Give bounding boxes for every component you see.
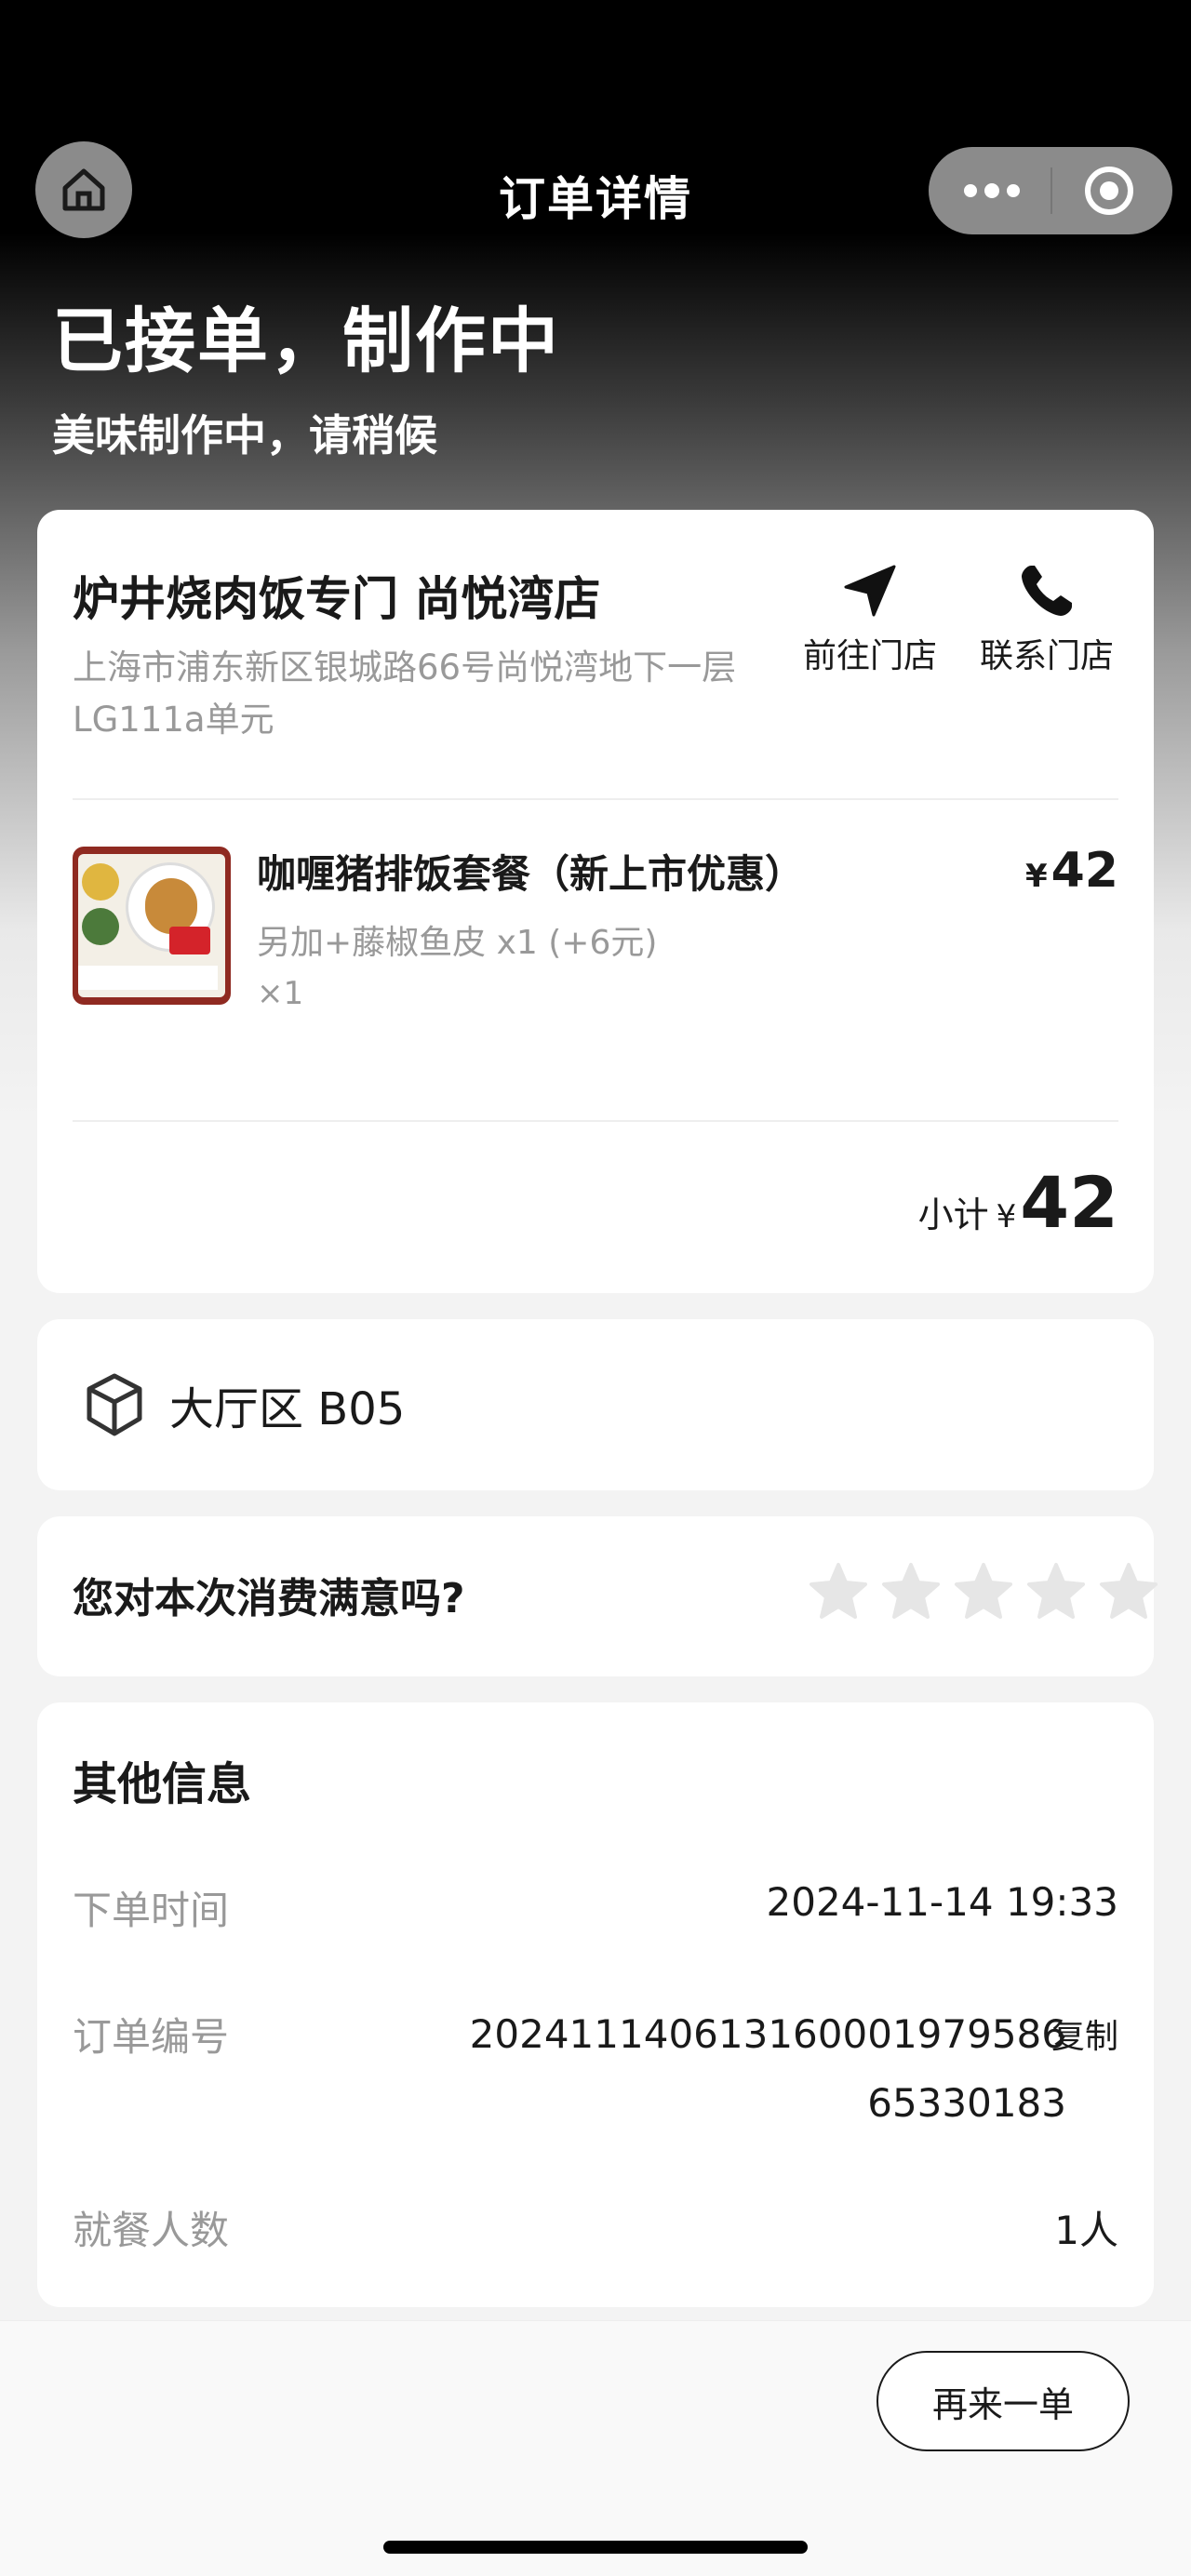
item-price-value: 42: [1050, 843, 1118, 899]
item-image: [73, 847, 231, 1005]
divider: [73, 1120, 1118, 1122]
order-status-subtitle: 美味制作中，请稍候: [52, 410, 437, 460]
diner-count-value: 1人: [1054, 2208, 1118, 2253]
currency-symbol: ¥: [1024, 858, 1048, 895]
bottom-action-bar: 再来一单: [0, 2320, 1191, 2576]
order-number-label: 订单编号: [73, 2014, 230, 2060]
star-icon[interactable]: [880, 1561, 942, 1622]
capsule-divider: [1050, 167, 1052, 214]
star-icon[interactable]: [953, 1561, 1014, 1622]
table-card: 大厅区 B05: [37, 1319, 1154, 1490]
other-info-title: 其他信息: [73, 1758, 252, 1810]
rating-stars: [808, 1561, 1159, 1622]
copy-order-number-button[interactable]: 复制: [1051, 2009, 1118, 2058]
cube-icon: [87, 1373, 142, 1436]
star-icon[interactable]: [1025, 1561, 1087, 1622]
navigation-arrow-icon: [844, 565, 896, 617]
subtotal-label: 小计: [917, 1195, 989, 1235]
rating-question: 您对本次消费满意吗?: [73, 1575, 465, 1622]
order-time-label: 下单时间: [73, 1888, 230, 1933]
nav-bar: 订单详情: [0, 140, 1191, 247]
star-icon[interactable]: [808, 1561, 869, 1622]
store-name: 炉井烧肉饭专门 尚悦湾店: [73, 572, 601, 626]
reorder-button[interactable]: 再来一单: [877, 2351, 1130, 2451]
star-icon[interactable]: [1098, 1561, 1159, 1622]
diner-count-label: 就餐人数: [73, 2208, 230, 2253]
order-time-value: 2024-11-14 19:33: [766, 1879, 1118, 1925]
store-address: 上海市浦东新区银城路66号尚悦湾地下一层LG111a单元: [73, 647, 737, 740]
store-order-card: 炉井烧肉饭专门 尚悦湾店 上海市浦东新区银城路66号尚悦湾地下一层LG111a单…: [37, 510, 1154, 1293]
divider: [73, 798, 1118, 800]
currency-symbol: ¥: [996, 1198, 1017, 1235]
item-option: 另加+藤椒鱼皮 x1 (+6元): [257, 924, 658, 962]
phone-icon: [1022, 566, 1072, 616]
call-store-button[interactable]: 联系门店: [968, 558, 1126, 677]
home-indicator: [383, 2541, 808, 2554]
item-price: ¥42: [1025, 843, 1118, 899]
order-number-value: 202411140613160001979586 65330183: [469, 2011, 1066, 2126]
item-name: 咖喱猪排饭套餐（新上市优惠）: [257, 851, 805, 897]
mini-program-capsule: [929, 147, 1172, 234]
other-info-card: 其他信息 下单时间 2024-11-14 19:33 订单编号 20241114…: [37, 1702, 1154, 2307]
subtotal: 小计 ¥ 42: [918, 1161, 1118, 1244]
subtotal-amount: 42: [1020, 1161, 1118, 1244]
rating-card: 您对本次消费满意吗?: [37, 1516, 1158, 1676]
target-circle-icon[interactable]: [1085, 167, 1133, 215]
navigate-to-store-button[interactable]: 前往门店: [791, 558, 949, 677]
order-status-title: 已接单，制作中: [52, 300, 560, 382]
navigate-to-store-label: 前往门店: [802, 637, 937, 675]
more-dots-icon[interactable]: [964, 182, 1020, 199]
call-store-label: 联系门店: [979, 637, 1114, 675]
table-number: 大厅区 B05: [169, 1383, 406, 1435]
item-quantity: ×1: [257, 975, 304, 1012]
